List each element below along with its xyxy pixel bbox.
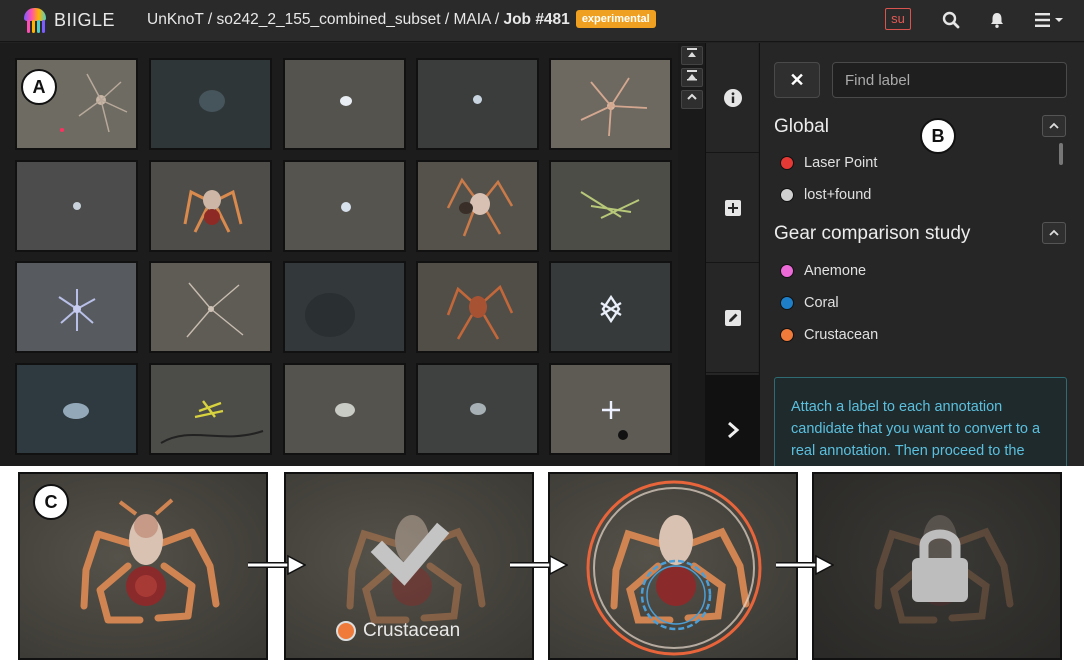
experimental-badge: experimental	[575, 10, 656, 28]
candidate-thumbnail[interactable]	[283, 363, 406, 455]
callout-b: B	[920, 118, 956, 154]
tab-labels[interactable]	[706, 153, 759, 263]
scroll-top-button[interactable]	[680, 46, 703, 65]
collapse-group-button[interactable]	[1042, 222, 1066, 244]
label-name: Coral	[804, 295, 839, 311]
candidate-thumbnail[interactable]	[283, 58, 406, 150]
label-group-title[interactable]: Global	[774, 116, 829, 138]
selected-label-name: Crustacean	[363, 620, 461, 641]
edit-icon	[724, 309, 741, 326]
label-color-dot	[780, 264, 794, 278]
workflow-step-converted	[812, 472, 1062, 660]
label-item[interactable]: Crustacean	[780, 325, 878, 345]
selected-label: Crustacean	[336, 620, 460, 642]
candidate-thumbnail[interactable]	[416, 58, 539, 150]
label-color-dot	[336, 621, 356, 641]
label-color-dot	[780, 296, 794, 310]
arrow-right-icon	[510, 554, 568, 576]
candidate-thumbnail[interactable]	[416, 261, 539, 353]
brand-name[interactable]: BIIGLE	[54, 10, 115, 31]
collapse-group-button[interactable]	[1042, 115, 1066, 137]
workflow-step-labeled: Crustacean	[284, 472, 534, 660]
breadcrumb-job: Job #481	[503, 11, 570, 28]
scroll-page-up-button[interactable]	[680, 68, 703, 87]
plus-icon	[724, 199, 741, 216]
label-item[interactable]: Laser Point	[780, 153, 877, 173]
candidate-thumbnail[interactable]	[149, 58, 272, 150]
candidate-thumbnail[interactable]	[549, 363, 672, 455]
candidate-thumbnail[interactable]	[416, 160, 539, 252]
search-icon[interactable]	[940, 9, 962, 31]
label-item[interactable]: lost+found	[780, 185, 871, 205]
tab-refine[interactable]	[706, 263, 759, 373]
bell-icon[interactable]	[986, 9, 1008, 31]
chevron-right-icon	[727, 421, 739, 438]
candidate-thumbnail[interactable]	[15, 261, 138, 353]
workflow-strip: Crustacean	[0, 466, 1084, 664]
find-label-input[interactable]	[832, 62, 1067, 98]
grid-scroll-controls	[678, 43, 705, 473]
lock-icon	[912, 529, 968, 602]
callout-c: C	[33, 484, 69, 520]
label-sidebar: ✕ Global Laser Point lost+found Gear com…	[759, 43, 1084, 487]
candidate-thumbnail[interactable]	[283, 261, 406, 353]
biigle-logo[interactable]	[24, 7, 46, 34]
candidate-thumbnail[interactable]	[549, 261, 672, 353]
candidate-thumbnail[interactable]	[283, 160, 406, 252]
callout-a: A	[21, 69, 57, 105]
breadcrumb: UnKnoT / so242_2_155_combined_subset / M…	[147, 10, 656, 30]
sidebar-scrollbar[interactable]	[1059, 143, 1063, 165]
label-name: Anemone	[804, 263, 867, 279]
workflow-step-refine	[548, 472, 798, 660]
menu-icon[interactable]	[1034, 9, 1066, 31]
label-group-title[interactable]: Gear comparison study	[774, 223, 970, 245]
candidate-thumbnail[interactable]	[15, 160, 138, 252]
candidate-thumbnail[interactable]	[149, 160, 272, 252]
candidate-thumbnail[interactable]	[416, 363, 539, 455]
user-role-badge[interactable]: su	[885, 8, 911, 30]
arrow-right-icon	[776, 554, 834, 576]
label-color-dot	[780, 156, 794, 170]
app-window: BIIGLE UnKnoT / so242_2_155_combined_sub…	[0, 0, 1084, 664]
breadcrumb-path[interactable]: UnKnoT / so242_2_155_combined_subset / M…	[147, 11, 503, 28]
candidate-thumbnail[interactable]	[549, 160, 672, 252]
candidate-thumbnail[interactable]	[149, 363, 272, 455]
label-name: Laser Point	[804, 155, 878, 171]
info-icon	[723, 88, 742, 107]
tab-info[interactable]	[706, 43, 759, 153]
label-name: lost+found	[804, 187, 872, 203]
candidate-grid	[0, 43, 678, 473]
clear-label-button[interactable]: ✕	[774, 62, 820, 98]
candidate-thumbnail[interactable]	[149, 261, 272, 353]
label-color-dot	[780, 188, 794, 202]
label-item[interactable]: Anemone	[780, 261, 866, 281]
candidate-thumbnail[interactable]	[549, 58, 672, 150]
arrow-right-icon	[248, 554, 306, 576]
label-item[interactable]: Coral	[780, 293, 839, 313]
scroll-up-button[interactable]	[680, 90, 703, 109]
label-color-dot	[780, 328, 794, 342]
candidate-thumbnail[interactable]	[15, 363, 138, 455]
label-name: Crustacean	[804, 327, 879, 343]
sidebar-tabs	[705, 43, 759, 485]
